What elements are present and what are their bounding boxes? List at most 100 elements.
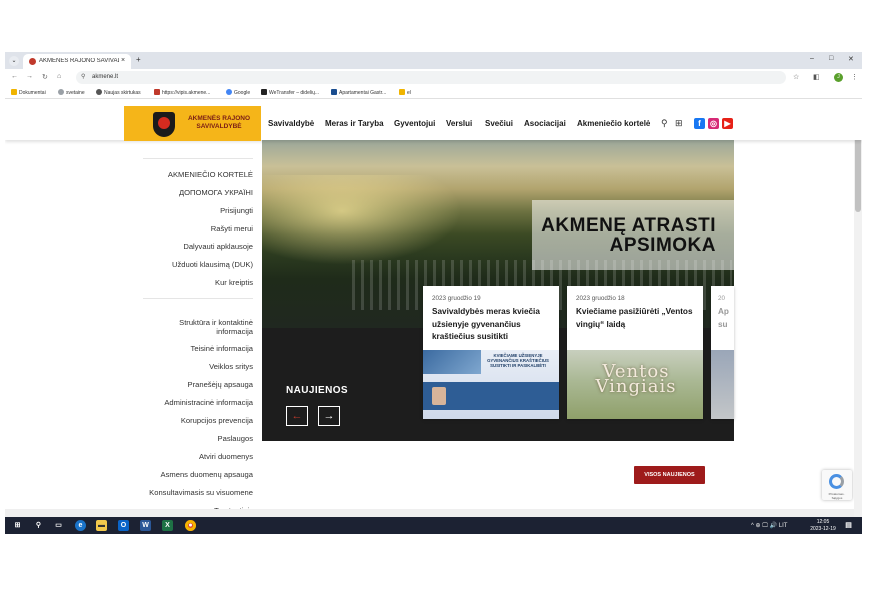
image-caption: KVIEČIAME UŽSIENYJE GYVENANČIUS KRAŠTIEČ…	[487, 353, 549, 368]
bookmark-item[interactable]: svetaine	[58, 89, 85, 96]
forward-icon[interactable]: →	[26, 73, 33, 80]
windows-start-icon[interactable]: ⊞	[12, 520, 23, 531]
sidebar-item[interactable]: AKMENIEČIO KORTELĖ	[168, 170, 253, 179]
edge-icon[interactable]: e	[75, 520, 86, 531]
chrome-icon[interactable]: ●	[185, 520, 196, 531]
sidebar-item[interactable]: Veiklos sritys	[209, 362, 253, 371]
site-logo[interactable]: AKMENĖS RAJONO SAVIVALDYBĖ	[124, 106, 261, 141]
profile-avatar[interactable]: J	[834, 73, 843, 82]
bookmark-item[interactable]: Naujas skirtukas	[96, 89, 141, 96]
url-text: akmene.lt	[92, 74, 119, 80]
sidebar-divider	[143, 158, 253, 159]
outlook-icon[interactable]: O	[118, 520, 129, 531]
recaptcha-badge[interactable]: Privatumas · Sąlygos	[822, 470, 852, 500]
sidebar-item[interactable]: ДОПОМОГА УКРАЇНІ	[179, 188, 253, 197]
excel-icon[interactable]: X	[162, 520, 173, 531]
site-icon	[154, 89, 160, 95]
menu-item-akmenieciokortele[interactable]: Akmeniečio kortelė	[577, 119, 650, 128]
site-favicon-icon	[29, 58, 36, 65]
bookmark-star-icon[interactable]: ☆	[793, 73, 799, 81]
recaptcha-text: Privatumas · Sąlygos	[828, 492, 846, 500]
new-tab-button[interactable]: +	[136, 55, 141, 64]
url-bar[interactable]: ⚲ akmene.lt	[76, 71, 786, 84]
system-tray[interactable]: ^ ⊕ 🖵 🔊 LIT	[751, 522, 787, 530]
bookmark-item[interactable]: https://vipis.akmene...	[154, 89, 210, 96]
news-title: Kviečiame pasižiūrėti „Ventos vingių“ la…	[576, 307, 693, 329]
news-prev-button[interactable]: ←	[286, 406, 308, 426]
globe-icon	[58, 89, 64, 95]
browser-menu-icon[interactable]: ⋮	[851, 73, 858, 81]
home-icon[interactable]: ⌂	[57, 73, 61, 80]
recaptcha-icon	[829, 474, 844, 489]
sitemap-icon[interactable]: ⊞	[675, 118, 683, 129]
news-date: 2023 gruodžio 19	[432, 295, 481, 302]
screen: ⌄ AKMENĖS RAJONO SAVIVALD × + – □ ✕ ← → …	[5, 52, 862, 534]
youtube-icon[interactable]: ▶	[722, 118, 733, 129]
page-scrollbar[interactable]	[854, 100, 862, 517]
news-card[interactable]: 20 Ap su	[711, 286, 734, 419]
task-view-icon[interactable]: ▭	[53, 520, 64, 531]
search-icon[interactable]: ⚲	[661, 118, 668, 129]
sidebar-item[interactable]: Pranešėjų apsauga	[188, 380, 253, 389]
wetransfer-icon	[261, 89, 267, 95]
menu-item-sveciui[interactable]: Svečiui	[485, 119, 513, 128]
tab-search-icon[interactable]: ⌄	[9, 56, 19, 66]
page-bottom-strip	[5, 509, 862, 517]
sidebar-item[interactable]: Atviri duomenys	[199, 452, 253, 461]
sidebar-item[interactable]: Teisinė informacija	[191, 344, 253, 353]
bookmark-item[interactable]: Apartamentai Gastr...	[331, 89, 386, 96]
menu-item-savivaldybe[interactable]: Savivaldybė	[268, 119, 314, 128]
sidebar-item[interactable]: Rašyti merui	[211, 224, 253, 233]
site-info-icon[interactable]: ⚲	[81, 71, 85, 84]
folder-icon	[399, 89, 405, 95]
back-icon[interactable]: ←	[11, 73, 18, 80]
taskbar-clock[interactable]: 12:05 2023-12-19	[808, 519, 838, 532]
reload-icon[interactable]: ↻	[42, 73, 48, 81]
browser-tab[interactable]: AKMENĖS RAJONO SAVIVALD ×	[23, 54, 131, 69]
notifications-icon[interactable]: ▤	[843, 520, 854, 531]
file-explorer-icon[interactable]: ▬	[96, 520, 107, 531]
facebook-icon[interactable]: f	[694, 118, 705, 129]
sidebar-item[interactable]: Korupcijos prevencija	[181, 416, 253, 425]
word-icon[interactable]: W	[140, 520, 151, 531]
instagram-icon[interactable]: ◎	[708, 118, 719, 129]
sidebar-item[interactable]: Užduoti klausimą (DUK)	[172, 260, 253, 269]
menu-item-gyventojui[interactable]: Gyventojui	[394, 119, 435, 128]
search-icon[interactable]: ⚲	[33, 520, 44, 531]
sidebar-item[interactable]: Struktūra ir kontaktinė informacija	[153, 318, 253, 336]
mayor-photo	[432, 387, 446, 405]
sidebar-item[interactable]: Dalyvauti apklausoje	[183, 242, 253, 251]
website-viewport: AKMENĖS RAJONO SAVIVALDYBĖ Savivaldybė M…	[5, 100, 862, 517]
sidebar-item[interactable]: Paslaugos	[218, 434, 253, 443]
news-image: Ventos Vingiais	[567, 350, 703, 419]
menu-item-meras-ir-taryba[interactable]: Meras ir Taryba	[325, 119, 384, 128]
site-header: AKMENĖS RAJONO SAVIVALDYBĖ Savivaldybė M…	[5, 100, 862, 141]
sidebar-item[interactable]: Kur kreiptis	[215, 278, 253, 287]
bookmark-item[interactable]: WeTransfer – didelių...	[261, 89, 319, 96]
sidebar-item[interactable]: Asmens duomenų apsauga	[161, 470, 253, 479]
news-card[interactable]: 2023 gruodžio 19 Savivaldybės meras kvie…	[423, 286, 559, 419]
sidebar-item[interactable]: Konsultavimasis su visuomene	[149, 488, 253, 497]
bookmark-item[interactable]: Google	[226, 89, 250, 96]
side-panel-icon[interactable]: ◧	[813, 73, 820, 81]
bookmark-item[interactable]: Dokumentai	[11, 89, 46, 96]
minimize-icon[interactable]: –	[810, 55, 814, 62]
news-date: 20	[718, 295, 726, 302]
sidebar-item[interactable]: Administracinė informacija	[164, 398, 253, 407]
bookmark-item[interactable]: el	[399, 89, 411, 96]
news-date: 2023 gruodžio 18	[576, 295, 625, 302]
news-next-button[interactable]: →	[318, 406, 340, 426]
maximize-icon[interactable]: □	[829, 55, 833, 62]
news-card[interactable]: 2023 gruodžio 18 Kviečiame pasižiūrėti „…	[567, 286, 703, 419]
sidebar-item[interactable]: Prisijungti	[220, 206, 253, 215]
menu-item-asociacijai[interactable]: Asociacijai	[524, 119, 566, 128]
clock-date: 2023-12-19	[810, 525, 836, 532]
folder-icon	[11, 89, 17, 95]
close-window-icon[interactable]: ✕	[848, 55, 854, 63]
tab-close-icon[interactable]: ×	[121, 57, 125, 64]
news-image: KVIEČIAME UŽSIENYJE GYVENANČIUS KRAŠTIEČ…	[423, 350, 559, 419]
hero-headline: AKMENĘ ATRASTI APSIMOKA	[541, 215, 716, 256]
coat-of-arms-icon	[153, 112, 175, 137]
menu-item-verslui[interactable]: Verslui	[446, 119, 472, 128]
all-news-button[interactable]: VISOS NAUJIENOS	[634, 466, 705, 484]
